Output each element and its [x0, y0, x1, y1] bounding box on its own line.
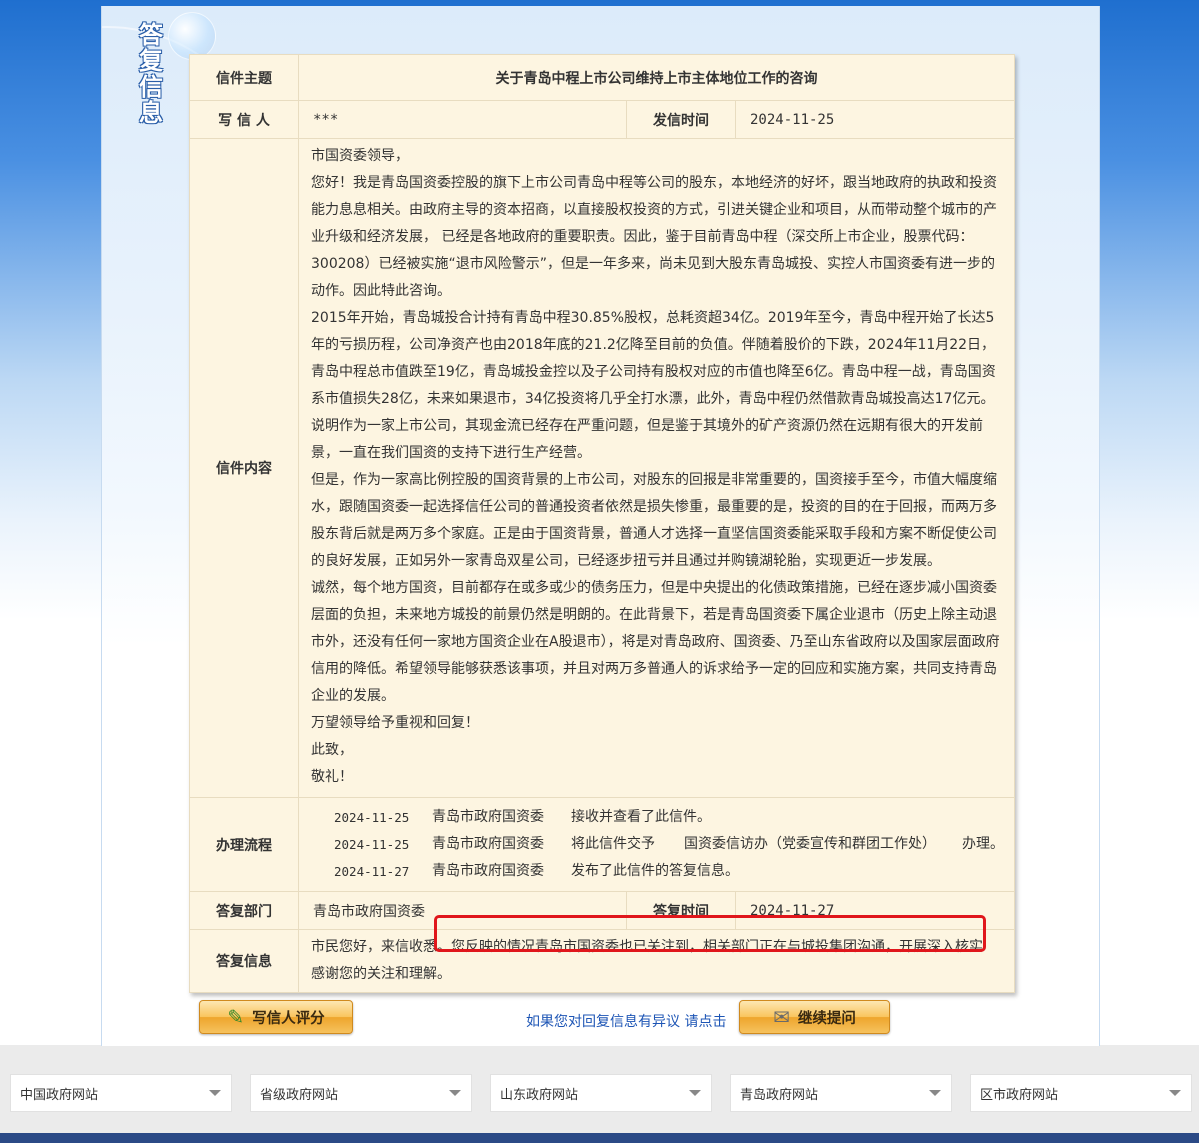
footer-select-district[interactable]: 区市政府网站	[970, 1074, 1192, 1112]
chevron-down-icon	[449, 1090, 461, 1096]
content-paragraph: 市国资委领导，	[311, 148, 409, 164]
footer-select-label: 中国政府网站	[20, 1087, 99, 1103]
content-paragraph: 此致，	[311, 742, 353, 758]
footer-select-central[interactable]: 中国政府网站	[10, 1074, 232, 1112]
letter-subject: 关于青岛中程上市公司维持上市主体地位工作的咨询	[298, 54, 1015, 101]
footer-select-label: 省级政府网站	[260, 1087, 339, 1103]
reply-line: 感谢您的关注和理解。	[311, 966, 451, 982]
process-row: 2024-11-25 青岛市政府国资委 接收并查看了此信件。	[299, 804, 1014, 831]
rate-button[interactable]: ✎ 写信人评分	[199, 1000, 353, 1034]
process-suffix: 办理。	[962, 836, 1004, 852]
content-paragraph: 敬礼！	[311, 769, 353, 785]
footer-select-label: 青岛政府网站	[740, 1087, 819, 1103]
process-list: 2024-11-25 青岛市政府国资委 接收并查看了此信件。 2024-11-2…	[298, 797, 1015, 892]
process-dept: 青岛市政府国资委	[432, 863, 544, 879]
process-target: 国资委信访办（党委宣传和群团工作处）	[684, 836, 936, 852]
subject-label: 信件主题	[189, 54, 299, 101]
content-paragraph: 诚然，每个地方国资，目前都存在或多或少的债务压力，但是中央提出的化债政策措施，已…	[311, 580, 1000, 704]
notepad-icon: ✉	[773, 1005, 790, 1029]
process-dept: 青岛市政府国资委	[432, 836, 544, 852]
process-row: 2024-11-27 青岛市政府国资委 发布了此信件的答复信息。	[299, 858, 1014, 885]
content-paragraph: 万望领导给予重视和回复！	[311, 715, 479, 731]
footer-select-provincial[interactable]: 省级政府网站	[250, 1074, 472, 1112]
content-paragraph: 2015年开始，青岛城投合计持有青岛中程30.85%股权，总耗资超34亿。201…	[311, 310, 996, 461]
writer-label: 写 信 人	[189, 100, 299, 139]
content-paragraph: 您好！我是青岛国资委控股的旗下上市公司青岛中程等公司的股东，本地经济的好坏，跟当…	[311, 175, 997, 299]
footer-select-qingdao[interactable]: 青岛政府网站	[730, 1074, 952, 1112]
chevron-down-icon	[1169, 1090, 1181, 1096]
rate-button-label: 写信人评分	[252, 1010, 325, 1027]
letter-content: 市国资委领导， 您好！我是青岛国资委控股的旗下上市公司青岛中程等公司的股东，本地…	[298, 138, 1015, 798]
footer-select-label: 区市政府网站	[980, 1087, 1059, 1103]
process-row: 2024-11-25 青岛市政府国资委 将此信件交予 国资委信访办（党委宣传和群…	[299, 831, 1014, 858]
process-date: 2024-11-25	[334, 810, 410, 825]
process-dept: 青岛市政府国资委	[432, 809, 544, 825]
footer-select-label: 山东政府网站	[500, 1087, 579, 1103]
side-title: 答复信息	[139, 20, 163, 127]
continue-button-label: 继续提问	[797, 1010, 856, 1027]
footer-select-shandong[interactable]: 山东政府网站	[490, 1074, 712, 1112]
process-action: 接收并查看了此信件。	[571, 809, 711, 825]
highlight-annotation	[434, 915, 986, 952]
chevron-down-icon	[689, 1090, 701, 1096]
process-date: 2024-11-25	[334, 837, 410, 852]
objection-link[interactable]: 如果您对回复信息有异议 请点击	[526, 1011, 726, 1031]
letter-table: 信件主题 关于青岛中程上市公司维持上市主体地位工作的咨询 写 信 人 *** 发…	[189, 54, 1015, 993]
content-paragraph: 但是，作为一家高比例控股的国资背景的上市公司，对股东的回报是非常重要的，国资接手…	[311, 472, 997, 569]
chevron-down-icon	[929, 1090, 941, 1096]
process-label: 办理流程	[189, 797, 299, 892]
reply-info-label: 答复信息	[189, 929, 299, 993]
process-action: 将此信件交予	[571, 836, 655, 852]
content-label: 信件内容	[189, 138, 299, 798]
continue-ask-button[interactable]: ✉ 继续提问	[739, 1000, 890, 1034]
writer-value: ***	[298, 100, 627, 139]
process-action: 发布了此信件的答复信息。	[571, 863, 739, 879]
bubble-decoration-icon	[168, 12, 216, 60]
reply-dept-label: 答复部门	[189, 891, 299, 930]
chevron-down-icon	[209, 1090, 221, 1096]
process-date: 2024-11-27	[334, 864, 410, 879]
pencil-icon: ✎	[227, 1005, 245, 1029]
send-time-label: 发信时间	[626, 100, 736, 139]
send-time-value: 2024-11-25	[735, 100, 1015, 139]
